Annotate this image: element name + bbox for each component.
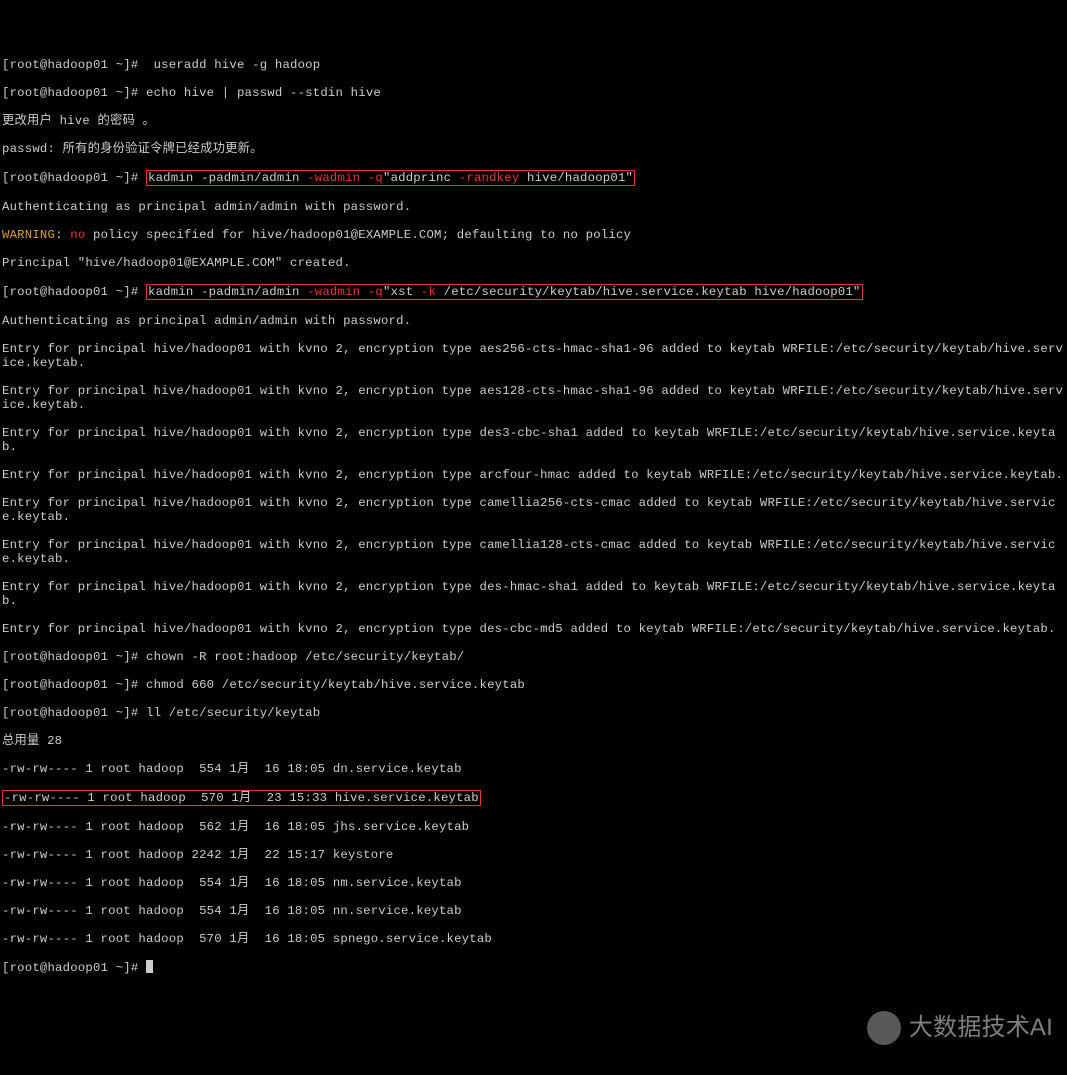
- cmd-ll: [root@hadoop01 ~]# ll /etc/security/keyt…: [2, 706, 1067, 720]
- cmd-kadmin-xst: [root@hadoop01 ~]# kadmin -padmin/admin …: [2, 284, 1067, 300]
- prompt-idle[interactable]: [root@hadoop01 ~]#: [2, 960, 1067, 975]
- cursor-icon: [146, 960, 153, 973]
- ll-row: -rw-rw---- 1 root hadoop 570 1月 16 18:05…: [2, 932, 1067, 946]
- entry-line: Entry for principal hive/hadoop01 with k…: [2, 384, 1067, 412]
- ll-total: 总用量 28: [2, 734, 1067, 748]
- entry-line: Entry for principal hive/hadoop01 with k…: [2, 426, 1067, 454]
- ll-row: -rw-rw---- 1 root hadoop 570 1月 23 15:33…: [2, 790, 1067, 806]
- principal-created: Principal "hive/hadoop01@EXAMPLE.COM" cr…: [2, 256, 1067, 270]
- entry-line: Entry for principal hive/hadoop01 with k…: [2, 622, 1067, 636]
- passwd-output-1: 更改用户 hive 的密码 。: [2, 114, 1067, 128]
- cmd-chmod: [root@hadoop01 ~]# chmod 660 /etc/securi…: [2, 678, 1067, 692]
- ll-row: -rw-rw---- 1 root hadoop 554 1月 16 18:05…: [2, 904, 1067, 918]
- entry-line: Entry for principal hive/hadoop01 with k…: [2, 468, 1067, 482]
- cmd-useradd: [root@hadoop01 ~]# useradd hive -g hadoo…: [2, 58, 1067, 72]
- warning-line: WARNING: no policy specified for hive/ha…: [2, 228, 1067, 242]
- highlight-box-3: -rw-rw---- 1 root hadoop 570 1月 23 15:33…: [2, 790, 481, 806]
- ll-row: -rw-rw---- 1 root hadoop 562 1月 16 18:05…: [2, 820, 1067, 834]
- entry-line: Entry for principal hive/hadoop01 with k…: [2, 580, 1067, 608]
- highlight-box-2: kadmin -padmin/admin -wadmin -q"xst -k /…: [146, 284, 863, 300]
- watermark: 大数据技术AI: [867, 1011, 1053, 1045]
- ll-row: -rw-rw---- 1 root hadoop 2242 1月 22 15:1…: [2, 848, 1067, 862]
- cmd-kadmin-addprinc: [root@hadoop01 ~]# kadmin -padmin/admin …: [2, 170, 1067, 186]
- entry-line: Entry for principal hive/hadoop01 with k…: [2, 342, 1067, 370]
- highlight-box-1: kadmin -padmin/admin -wadmin -q"addprinc…: [146, 170, 635, 186]
- watermark-text: 大数据技术AI: [909, 1021, 1053, 1035]
- auth-line-2: Authenticating as principal admin/admin …: [2, 314, 1067, 328]
- entry-line: Entry for principal hive/hadoop01 with k…: [2, 538, 1067, 566]
- auth-line-1: Authenticating as principal admin/admin …: [2, 200, 1067, 214]
- cmd-passwd: [root@hadoop01 ~]# echo hive | passwd --…: [2, 86, 1067, 100]
- entry-line: Entry for principal hive/hadoop01 with k…: [2, 496, 1067, 524]
- passwd-output-2: passwd: 所有的身份验证令牌已经成功更新。: [2, 142, 1067, 156]
- ll-row: -rw-rw---- 1 root hadoop 554 1月 16 18:05…: [2, 876, 1067, 890]
- wechat-icon: [867, 1011, 901, 1045]
- ll-row: -rw-rw---- 1 root hadoop 554 1月 16 18:05…: [2, 762, 1067, 776]
- cmd-chown: [root@hadoop01 ~]# chown -R root:hadoop …: [2, 650, 1067, 664]
